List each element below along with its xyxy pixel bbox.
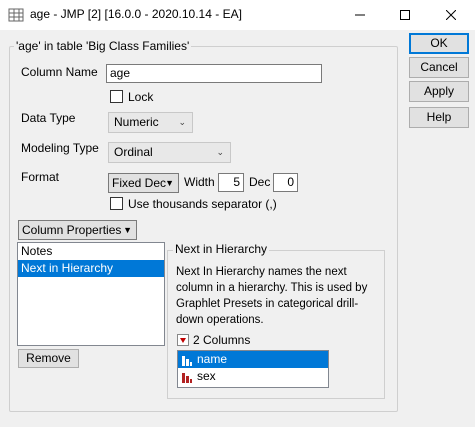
maximize-icon <box>399 10 410 20</box>
column-name: sex <box>197 369 216 383</box>
minimize-icon <box>354 14 365 16</box>
ok-button[interactable]: OK <box>409 33 469 54</box>
width-label: Width <box>184 175 215 189</box>
title-bar: age - JMP [2] [16.0.0 - 2020.10.14 - EA] <box>0 0 475 30</box>
data-type-label: Data Type <box>21 111 76 125</box>
list-item[interactable]: Next in Hierarchy <box>18 260 164 277</box>
jmp-app-icon <box>8 8 24 22</box>
columns-count-label: 2 Columns <box>193 333 251 347</box>
close-button[interactable] <box>428 0 473 30</box>
remove-button[interactable]: Remove <box>18 349 79 368</box>
list-item[interactable]: sex <box>178 368 328 385</box>
apply-button[interactable]: Apply <box>409 81 469 102</box>
list-item[interactable]: name <box>178 351 328 368</box>
hierarchy-columns-list[interactable]: name sex <box>177 350 329 388</box>
cancel-button[interactable]: Cancel <box>409 57 469 78</box>
format-select[interactable]: Fixed Dec ▼ <box>108 173 179 193</box>
window-title: age - JMP [2] [16.0.0 - 2020.10.14 - EA] <box>30 7 242 21</box>
column-properties-button[interactable]: Column Properties ▼ <box>18 220 137 240</box>
panel-title: Next in Hierarchy <box>173 242 270 256</box>
dropdown-arrow-icon: ▼ <box>123 225 132 235</box>
dec-label: Dec <box>249 175 271 189</box>
column-name-label: Column Name <box>21 65 98 79</box>
dropdown-arrow-icon: ▼ <box>165 178 174 188</box>
groupbox-title: 'age' in table 'Big Class Families' <box>14 39 192 53</box>
column-name: name <box>197 352 228 366</box>
modeling-type-select[interactable]: Ordinal ⌄ <box>108 142 231 163</box>
data-type-value: Numeric <box>114 115 159 129</box>
nominal-column-icon <box>182 372 192 383</box>
ordinal-column-icon <box>182 355 192 366</box>
minimize-button[interactable] <box>337 0 382 30</box>
format-label: Format <box>21 170 60 184</box>
maximize-button[interactable] <box>382 0 427 30</box>
modeling-type-label: Modeling Type <box>21 141 99 155</box>
dec-input[interactable]: 0 <box>273 173 298 192</box>
column-properties-label: Column Properties <box>22 223 122 237</box>
thousands-separator-label: Use thousands separator (,) <box>128 197 277 211</box>
chevron-down-icon: ⌄ <box>216 147 224 157</box>
format-value: Fixed Dec <box>112 176 167 190</box>
thousands-separator-checkbox[interactable] <box>110 197 123 210</box>
chevron-down-icon: ⌄ <box>178 117 186 127</box>
modeling-type-value: Ordinal <box>114 145 153 159</box>
column-name-input[interactable]: age <box>106 64 322 83</box>
width-input[interactable]: 5 <box>218 173 244 192</box>
disclosure-triangle-icon[interactable] <box>177 334 189 346</box>
lock-checkbox[interactable] <box>110 90 123 103</box>
list-item[interactable]: Notes <box>18 243 164 260</box>
hierarchy-description: Next In Hierarchy names the next column … <box>176 266 368 326</box>
help-button[interactable]: Help <box>409 107 469 128</box>
close-icon <box>445 10 456 20</box>
column-properties-list[interactable]: Notes Next in Hierarchy <box>17 242 165 346</box>
data-type-select[interactable]: Numeric ⌄ <box>108 112 193 133</box>
lock-label: Lock <box>128 90 154 104</box>
